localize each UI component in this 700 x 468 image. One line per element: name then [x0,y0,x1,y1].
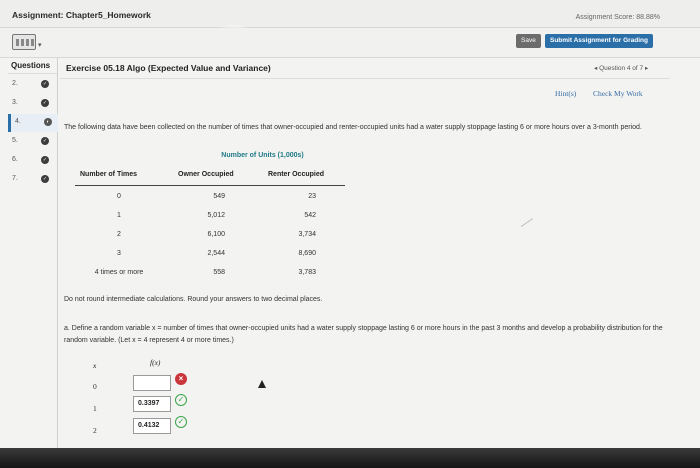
check-my-work-link[interactable]: Check My Work [593,89,643,98]
column-header-owner-occupied: Owner Occupied [178,171,234,178]
rounding-note: Do not round intermediate calculations. … [64,296,323,303]
x-column-header: x [93,361,97,370]
column-header-number-of-times: Number of Times [80,171,138,178]
mouse-cursor-icon [258,380,266,388]
question-number: 4. [15,118,21,125]
sidebar-item-question-4[interactable]: 4. ◐ [8,114,58,132]
complete-icon: ✓ [41,99,49,107]
sidebar-item-question-6[interactable]: 6. ✓ [8,152,58,170]
scribble-mark [520,218,534,227]
submit-assignment-button[interactable]: Submit Assignment for Grading [545,34,653,48]
assignment-title: Assignment: Chapter5_Homework [12,10,151,20]
fx-input-1[interactable]: 0.3397 [133,396,171,412]
table-cell: 2,544 [207,250,225,257]
table-cell: 23 [308,193,316,200]
question-number: 5. [12,137,18,144]
table-cell: 8,690 [298,250,316,257]
complete-icon: ✓ [41,137,49,145]
toolbar: ▾ Save Submit Assignment for Grading [0,28,700,58]
sidebar-item-question-3[interactable]: 3. ✓ [8,95,58,113]
sidebar-item-question-7[interactable]: 7. ✓ [8,171,58,189]
table-cell: 3 [117,250,121,257]
x-value: 0 [93,382,97,391]
question-navigator[interactable]: ◂ Question 4 of 7 ▸ [594,64,648,72]
complete-icon: ✓ [41,80,49,88]
fx-column-header: f(x) [150,358,161,367]
sidebar-header: Questions [8,58,57,74]
complete-icon: ✓ [41,175,49,183]
divider [60,78,670,79]
table-cell: 4 times or more [94,269,144,276]
table-cell: 5,012 [207,212,225,219]
table-cell: 549 [213,193,225,200]
table-cell: 0 [117,193,121,200]
x-value: 1 [93,404,97,413]
questions-sidebar: Questions 2. ✓ 3. ✓ 4. ◐ 5. ✓ 6. ✓ 7. ✓ [8,58,58,448]
table-cell: 1 [117,212,121,219]
correct-icon: ✓ [175,416,187,428]
hint-link[interactable]: Hint(s) [555,89,576,98]
calculator-icon[interactable] [12,34,36,50]
save-button[interactable]: Save [516,34,541,48]
complete-icon: ✓ [41,156,49,164]
correct-icon: ✓ [175,394,187,406]
table-header-rule [75,185,345,186]
table-cell: 6,100 [207,231,225,238]
fx-input-0[interactable] [133,375,171,391]
chevron-down-icon[interactable]: ▾ [38,41,42,49]
assignment-score: Assignment Score: 88.88% [575,14,660,21]
question-number: 7. [12,175,18,182]
x-value: 2 [93,426,97,435]
incorrect-icon: × [175,373,187,385]
question-number: 3. [12,99,18,106]
sidebar-item-question-5[interactable]: 5. ✓ [8,133,58,151]
partial-icon: ◐ [44,118,52,126]
table-cell: 3,734 [298,231,316,238]
exercise-title: Exercise 05.18 Algo (Expected Value and … [66,63,271,73]
table-cell: 2 [117,231,121,238]
fx-input-2[interactable]: 0.4132 [133,418,171,434]
sidebar-item-question-2[interactable]: 2. ✓ [8,76,58,94]
problem-text: The following data have been collected o… [64,124,642,131]
table-cell: 3,783 [298,269,316,276]
screen: Assignment: Chapter5_Homework Assignment… [0,0,700,448]
column-header-renter-occupied: Renter Occupied [268,171,325,178]
question-number: 6. [12,156,18,163]
part-a-text: a. Define a random variable x = number o… [64,325,663,344]
monitor-bezel [0,448,700,468]
question-number: 2. [12,80,18,87]
table-group-header: Number of Units (1,000s) [221,152,304,159]
table-cell: 558 [213,269,225,276]
top-bar: Assignment: Chapter5_Homework Assignment… [0,0,700,28]
table-cell: 542 [304,212,316,219]
